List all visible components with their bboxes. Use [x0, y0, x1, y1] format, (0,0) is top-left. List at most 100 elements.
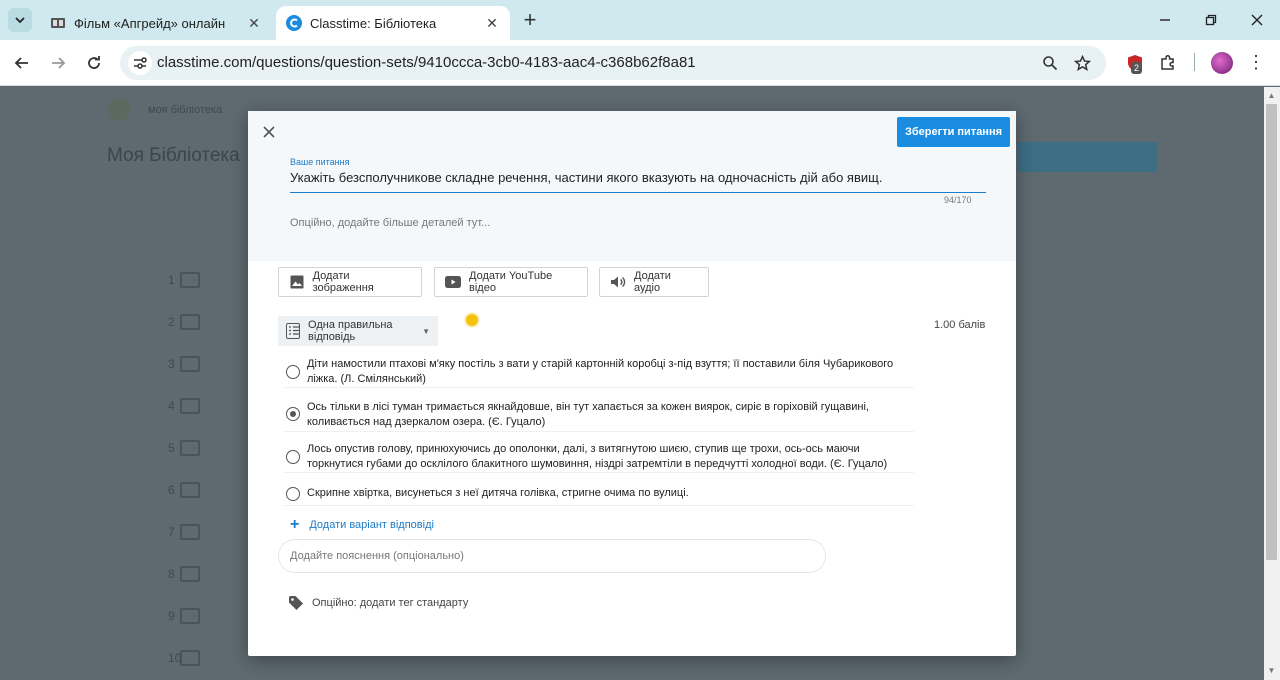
- image-icon: [289, 275, 305, 289]
- bg-row-number: 7: [168, 525, 175, 539]
- restore-button[interactable]: [1199, 8, 1223, 32]
- browser-tab-bar: Фільм «Апгрейд» онлайн ✕ Classtime: Бібл…: [0, 0, 1280, 40]
- url-text: classtime.com/questions/question-sets/94…: [157, 54, 696, 71]
- close-tab-icon[interactable]: ✕: [484, 15, 500, 32]
- tag-label: Опційно: додати тег стандарту: [312, 597, 469, 609]
- extensions-puzzle-icon[interactable]: [1157, 52, 1179, 74]
- bg-row-number: 3: [168, 357, 175, 371]
- bg-row-number: 4: [168, 399, 175, 413]
- tag-icon: [288, 595, 304, 611]
- answer-text[interactable]: Лось опустив голову, принюхуючись до опо…: [307, 442, 917, 472]
- answer-radio[interactable]: [286, 365, 300, 379]
- details-input[interactable]: Опційно, додайте більше деталей тут...: [290, 217, 490, 229]
- profile-avatar[interactable]: [1211, 52, 1233, 74]
- answer-option[interactable]: Ось тільки в лісі туман тримається якнай…: [284, 396, 914, 432]
- scroll-up-icon[interactable]: ▲: [1266, 90, 1277, 102]
- add-youtube-label: Додати YouTube відео: [469, 270, 553, 294]
- bg-row-number: 1: [168, 273, 175, 287]
- answer-option[interactable]: Лось опустив голову, принюхуючись до опо…: [284, 439, 914, 473]
- save-question-button[interactable]: Зберегти питання: [897, 117, 1010, 147]
- bg-row-icon: [180, 650, 200, 666]
- plus-icon: +: [290, 516, 300, 533]
- minimize-icon: [1160, 19, 1170, 21]
- site-info-icon[interactable]: [128, 51, 152, 75]
- bg-row-number: 8: [168, 567, 175, 581]
- question-type-label: Одна правильна відповідь: [308, 319, 393, 343]
- explanation-input[interactable]: Додайте пояснення (опціонально): [278, 539, 826, 573]
- tab-search-button[interactable]: [8, 8, 32, 32]
- question-type-select[interactable]: Одна правильна відповідь ▼: [278, 316, 438, 346]
- points-value[interactable]: 1.00 балів: [934, 319, 985, 331]
- tab-title: Classtime: Бібліотека: [310, 15, 437, 31]
- extension-badge: 2: [1131, 62, 1143, 74]
- bg-row-icon: [180, 440, 200, 456]
- caret-down-icon: ▼: [422, 326, 430, 336]
- bookmark-star-icon[interactable]: [1072, 53, 1092, 73]
- chevron-down-icon: [15, 17, 25, 24]
- question-header-area: Зберегти питання Ваше питання Укажіть бе…: [248, 111, 1016, 261]
- tab-film[interactable]: Фільм «Апгрейд» онлайн ✕: [40, 6, 272, 40]
- bg-row-icon: [180, 524, 200, 540]
- answer-radio-selected[interactable]: [286, 407, 300, 421]
- bg-row-number: 9: [168, 609, 175, 623]
- character-counter: 94/170: [944, 195, 972, 205]
- answer-text[interactable]: Ось тільки в лісі туман тримається якнай…: [307, 400, 917, 430]
- bg-row-icon: [180, 314, 200, 330]
- highlight-dot: [466, 314, 478, 326]
- add-answer-button[interactable]: + Додати варіант відповіді: [290, 516, 434, 534]
- bg-nav-label: моя бібліотека: [148, 104, 223, 116]
- add-image-label: Додати зображення: [312, 270, 374, 294]
- browser-menu-icon[interactable]: ⋮: [1246, 52, 1266, 73]
- add-audio-button[interactable]: Додати аудіо: [599, 267, 709, 297]
- youtube-icon: [445, 275, 461, 289]
- toolbar-divider: [1194, 53, 1195, 71]
- question-field-label: Ваше питання: [290, 157, 350, 167]
- browser-toolbar: classtime.com/questions/question-sets/94…: [0, 40, 1280, 86]
- answer-text[interactable]: Скрипне хвіртка, висунеться з неї дитяча…: [307, 486, 917, 501]
- classtime-logo: [108, 99, 130, 121]
- question-text-input[interactable]: Укажіть безсполучникове складне речення,…: [290, 170, 986, 193]
- add-answer-label: Додати варіант відповіді: [309, 519, 434, 531]
- zoom-icon[interactable]: [1040, 53, 1060, 73]
- answer-option[interactable]: Діти намостили птахові м'яку постіль з в…: [284, 354, 914, 388]
- tab-classtime[interactable]: Classtime: Бібліотека ✕: [276, 6, 510, 40]
- add-image-button[interactable]: Додати зображення: [278, 267, 422, 297]
- restore-icon: [1205, 14, 1217, 26]
- list-icon: [286, 323, 301, 339]
- close-tab-icon[interactable]: ✕: [246, 15, 262, 32]
- answer-radio[interactable]: [286, 487, 300, 501]
- add-audio-label: Додати аудіо: [634, 270, 671, 294]
- close-icon: [1251, 14, 1263, 26]
- answer-text[interactable]: Діти намостили птахові м'яку постіль з в…: [307, 357, 917, 387]
- minimize-button[interactable]: [1153, 8, 1177, 32]
- address-bar[interactable]: classtime.com/questions/question-sets/94…: [120, 46, 1106, 80]
- bg-session-button: [1017, 142, 1157, 172]
- bg-row-icon: [180, 356, 200, 372]
- answer-radio[interactable]: [286, 450, 300, 464]
- close-modal-icon[interactable]: [260, 123, 278, 141]
- bg-row-icon: [180, 398, 200, 414]
- bg-row-number: 2: [168, 315, 175, 329]
- forward-button[interactable]: [45, 50, 71, 76]
- reload-button[interactable]: [81, 50, 107, 76]
- back-button[interactable]: [9, 50, 35, 76]
- classtime-favicon-icon: [286, 15, 302, 31]
- film-favicon-icon: [51, 18, 65, 28]
- bg-row-icon: [180, 566, 200, 582]
- close-window-button[interactable]: [1245, 8, 1269, 32]
- bg-row-icon: [180, 608, 200, 624]
- bg-row-number: 5: [168, 441, 175, 455]
- speaker-icon: [610, 275, 626, 289]
- arrow-right-icon: [52, 57, 66, 69]
- scroll-down-icon[interactable]: ▼: [1266, 665, 1277, 677]
- reload-icon: [88, 56, 100, 69]
- question-editor-modal: Зберегти питання Ваше питання Укажіть бе…: [248, 111, 1016, 656]
- tab-title: Фільм «Апгрейд» онлайн: [74, 15, 226, 31]
- add-youtube-button[interactable]: Додати YouTube відео: [434, 267, 588, 297]
- new-tab-button[interactable]: +: [518, 8, 542, 32]
- arrow-left-icon: [14, 57, 28, 69]
- add-standard-tag-button[interactable]: Опційно: додати тег стандарту: [288, 595, 468, 611]
- bg-row-icon: [180, 482, 200, 498]
- scrollbar-thumb[interactable]: [1266, 104, 1277, 560]
- answer-option[interactable]: Скрипне хвіртка, висунеться з неї дитяча…: [284, 484, 914, 506]
